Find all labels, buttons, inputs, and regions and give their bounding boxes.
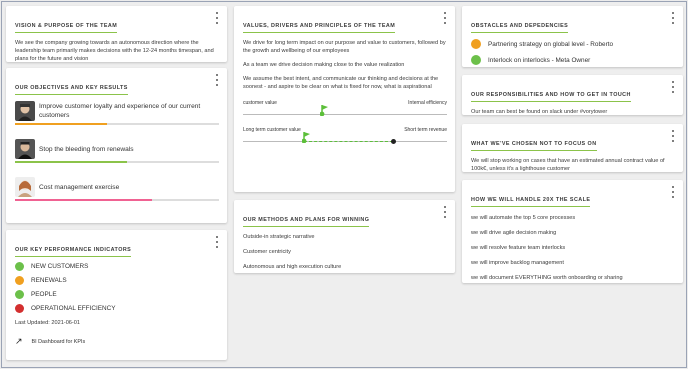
status-dot-icon bbox=[471, 55, 481, 65]
objective-label: Improve customer loyalty and experience … bbox=[39, 103, 201, 119]
more-options-icon[interactable] bbox=[671, 12, 675, 24]
status-dot-icon bbox=[471, 39, 481, 49]
status-dot-icon bbox=[15, 290, 24, 299]
more-options-icon[interactable] bbox=[671, 81, 675, 93]
kpi-label: NEW CUSTOMERS bbox=[31, 263, 89, 270]
more-options-icon[interactable] bbox=[443, 12, 447, 24]
responsibilities-card: OUR RESPONSIBILITIES AND HOW TO GET IN T… bbox=[462, 75, 683, 115]
progress-bar bbox=[15, 123, 219, 125]
kpi-label: OPERATIONAL EFFICIENCY bbox=[31, 305, 116, 312]
not-focus-card: WHAT WE'VE CHOSEN NOT TO FOCUS ON We wil… bbox=[462, 124, 683, 172]
list-item: we will automate the top 5 core processe… bbox=[471, 215, 576, 221]
slider-left-label: Long term customer value bbox=[243, 127, 301, 133]
scale-card: HOW WE WILL HANDLE 20X THE SCALE we will… bbox=[462, 180, 683, 283]
more-options-icon[interactable] bbox=[215, 12, 219, 24]
flag-icon[interactable] bbox=[320, 104, 329, 116]
values-paragraph: As a team we drive decision making close… bbox=[243, 62, 405, 68]
kpi-label: PEOPLE bbox=[31, 291, 57, 298]
values-paragraph: We assume the best intent, and communica… bbox=[243, 76, 439, 90]
objectives-card: OUR OBJECTIVES AND KEY RESULTS Improve c… bbox=[6, 68, 227, 223]
obstacles-card: OBSTACLES AND DEPEDENCIES Partnering str… bbox=[462, 6, 683, 67]
list-item: Outside-in strategic narrative bbox=[243, 234, 315, 240]
list-item: Autonomous and high execution culture bbox=[243, 264, 342, 270]
more-options-icon[interactable] bbox=[215, 236, 219, 248]
status-dot-icon bbox=[15, 276, 24, 285]
slider-right-label: Internal efficiency bbox=[408, 100, 447, 106]
list-item: Customer centricity bbox=[243, 249, 291, 255]
objective-label: Cost management exercise bbox=[39, 183, 120, 191]
objective-item[interactable]: Stop the bleeding from renewals bbox=[15, 139, 219, 163]
list-item: we will document EVERYTHING worth onboar… bbox=[471, 275, 623, 281]
target-marker[interactable] bbox=[390, 139, 396, 144]
kpi-item[interactable]: RENEWALS bbox=[15, 276, 219, 285]
more-options-icon[interactable] bbox=[671, 186, 675, 198]
link-label: BI Dashboard for KPIs bbox=[31, 338, 86, 345]
obstacle-item[interactable]: Interlock on interlocks - Meta Owner bbox=[471, 55, 675, 65]
avatar bbox=[15, 101, 35, 121]
card-title: HOW WE WILL HANDLE 20X THE SCALE bbox=[471, 197, 591, 207]
vision-text: We see the company growing towards an au… bbox=[15, 40, 214, 62]
responsibilities-text: Our team can best be found on slack unde… bbox=[471, 109, 608, 115]
flag-icon[interactable] bbox=[301, 131, 311, 143]
card-title: OUR KEY PERFORMANCE INDICATORS bbox=[15, 247, 132, 257]
kpi-item[interactable]: OPERATIONAL EFFICIENCY bbox=[15, 304, 219, 313]
card-title: OUR METHODS AND PLANS FOR WINNING bbox=[243, 217, 370, 227]
slider-left-label: customer value bbox=[243, 100, 277, 106]
card-title: VISION & PURPOSE OF THE TEAM bbox=[15, 23, 118, 33]
kpi-label: RENEWALS bbox=[31, 277, 67, 284]
kpi-item[interactable]: PEOPLE bbox=[15, 290, 219, 299]
card-title: WHAT WE'VE CHOSEN NOT TO FOCUS ON bbox=[471, 141, 597, 151]
card-title: OUR RESPONSIBILITIES AND HOW TO GET IN T… bbox=[471, 92, 631, 102]
more-options-icon[interactable] bbox=[215, 74, 219, 86]
kpi-item[interactable]: NEW CUSTOMERS bbox=[15, 262, 219, 271]
card-title: OUR OBJECTIVES AND KEY RESULTS bbox=[15, 85, 128, 95]
bi-dashboard-link[interactable]: ↗ BI Dashboard for KPIs bbox=[15, 336, 219, 347]
slider-right-label: Short term revenue bbox=[404, 127, 447, 133]
avatar bbox=[15, 177, 35, 197]
values-card: VALUES, DRIVERS AND PRINCIPLES OF THE TE… bbox=[234, 6, 455, 192]
list-item: we will drive agile decision making bbox=[471, 230, 557, 236]
card-title: VALUES, DRIVERS AND PRINCIPLES OF THE TE… bbox=[243, 23, 396, 33]
slider-track[interactable] bbox=[243, 132, 447, 146]
methods-card: OUR METHODS AND PLANS FOR WINNING Outsid… bbox=[234, 200, 455, 273]
values-paragraph: We drive for long term impact on our pur… bbox=[243, 40, 446, 54]
slider-track[interactable] bbox=[243, 105, 447, 119]
value-slider[interactable]: Long term customer value Short term reve… bbox=[243, 127, 447, 146]
list-item: we will resolve feature team interlocks bbox=[471, 245, 566, 251]
status-dot-icon bbox=[15, 304, 24, 313]
value-slider[interactable]: customer value Internal efficiency bbox=[243, 100, 447, 119]
slider-range bbox=[303, 140, 394, 142]
progress-bar bbox=[15, 161, 219, 163]
card-title: OBSTACLES AND DEPEDENCIES bbox=[471, 23, 569, 33]
avatar bbox=[15, 139, 35, 159]
kpi-card: OUR KEY PERFORMANCE INDICATORS NEW CUSTO… bbox=[6, 230, 227, 360]
progress-bar bbox=[15, 199, 219, 201]
trending-up-icon: ↗ bbox=[15, 336, 23, 346]
more-options-icon[interactable] bbox=[443, 206, 447, 218]
obstacle-item[interactable]: Partnering strategy on global level - Ro… bbox=[471, 39, 675, 49]
status-dot-icon bbox=[15, 262, 24, 271]
objective-label: Stop the bleeding from renewals bbox=[39, 145, 134, 153]
more-options-icon[interactable] bbox=[671, 130, 675, 142]
obstacle-label: Interlock on interlocks - Meta Owner bbox=[488, 56, 591, 64]
objective-item[interactable]: Improve customer loyalty and experience … bbox=[15, 101, 219, 125]
not-focus-text: We will stop working on cases that have … bbox=[471, 158, 665, 172]
vision-card: VISION & PURPOSE OF THE TEAM We see the … bbox=[6, 6, 227, 62]
last-updated: Last Updated: 2021-06-01 bbox=[15, 320, 80, 326]
obstacle-label: Partnering strategy on global level - Ro… bbox=[488, 40, 614, 48]
list-item: we will improve backlog management bbox=[471, 260, 564, 266]
objective-item[interactable]: Cost management exercise bbox=[15, 177, 219, 201]
